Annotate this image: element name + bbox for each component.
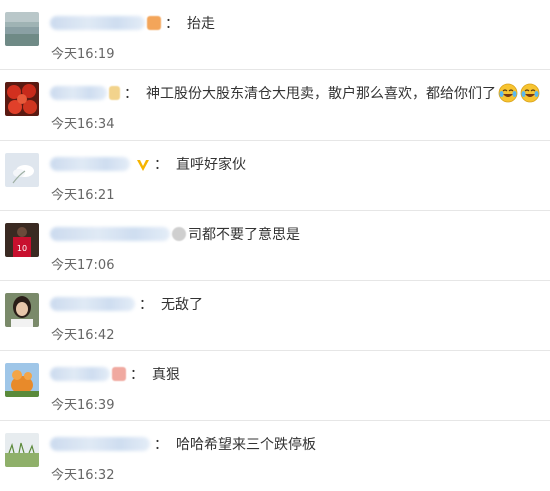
comment-item: ： 抬走 今天16:19 [0, 0, 550, 70]
laughing-tears-emoji-icon [520, 83, 540, 103]
comment-item: ： 真狠 今天16:39 [0, 351, 550, 421]
comment-time: 今天16:21 [51, 188, 115, 203]
comment-list: ： 抬走 今天16:19 ： 神工股份大股东清仓大甩卖，散户那么喜欢，都给你们了… [0, 0, 550, 483]
comment-time: 今天16:42 [51, 328, 115, 343]
comment-text: 抬走 [187, 16, 215, 32]
user-name-blurred[interactable] [50, 437, 150, 451]
tomatoes-avatar[interactable] [5, 82, 39, 116]
comment-time: 今天16:39 [51, 398, 115, 413]
comment-text: 哈哈希望来三个跌停板 [176, 437, 316, 453]
comment-time: 今天16:34 [51, 117, 115, 132]
comment-text: 直呼好家伙 [176, 157, 246, 173]
user-name-blurred[interactable] [50, 157, 130, 171]
user-badge-icon [112, 367, 126, 381]
comment-text: 无敌了 [161, 297, 203, 313]
user-name-blurred[interactable] [50, 86, 107, 100]
lake-landscape-avatar[interactable] [5, 12, 39, 46]
user-name-blurred[interactable] [50, 16, 145, 30]
comment-item: ： 哈哈希望来三个跌停板 今天16:32 [0, 421, 550, 491]
comment-item: ： 无敌了 今天16:42 [0, 281, 550, 351]
user-badge-icon [108, 86, 120, 100]
comment-item: ： 直呼好家伙 今天16:21 [0, 141, 550, 211]
grass-avatar[interactable] [5, 433, 39, 467]
comment-time: 今天16:19 [51, 47, 115, 62]
comment-text: 司都不要了意思是 [188, 227, 300, 243]
laughing-tears-emoji-icon [498, 83, 518, 103]
verified-v-icon [136, 157, 150, 171]
user-badge-icon [147, 16, 161, 30]
user-name-blurred[interactable] [50, 297, 135, 311]
woman-portrait-avatar[interactable] [5, 293, 39, 327]
comment-text: 真狠 [152, 367, 180, 383]
orange-cartoon-avatar[interactable] [5, 363, 39, 397]
comment-time: 今天16:32 [51, 468, 115, 483]
comment-item: 10 司都不要了意思是 今天17:06 [0, 211, 550, 281]
comment-item: ： 神工股份大股东清仓大甩卖，散户那么喜欢，都给你们了 今天16:34 [0, 70, 550, 141]
svg-text:10: 10 [17, 244, 27, 253]
comment-text: 神工股份大股东清仓大甩卖，散户那么喜欢，都给你们了 [146, 86, 496, 102]
comment-time: 今天17:06 [51, 258, 115, 273]
user-badge-icon [172, 227, 186, 241]
soccer-player-avatar[interactable]: 10 [5, 223, 39, 257]
white-flower-avatar[interactable] [5, 153, 39, 187]
user-name-blurred[interactable] [50, 227, 170, 241]
user-name-blurred[interactable] [50, 367, 110, 381]
